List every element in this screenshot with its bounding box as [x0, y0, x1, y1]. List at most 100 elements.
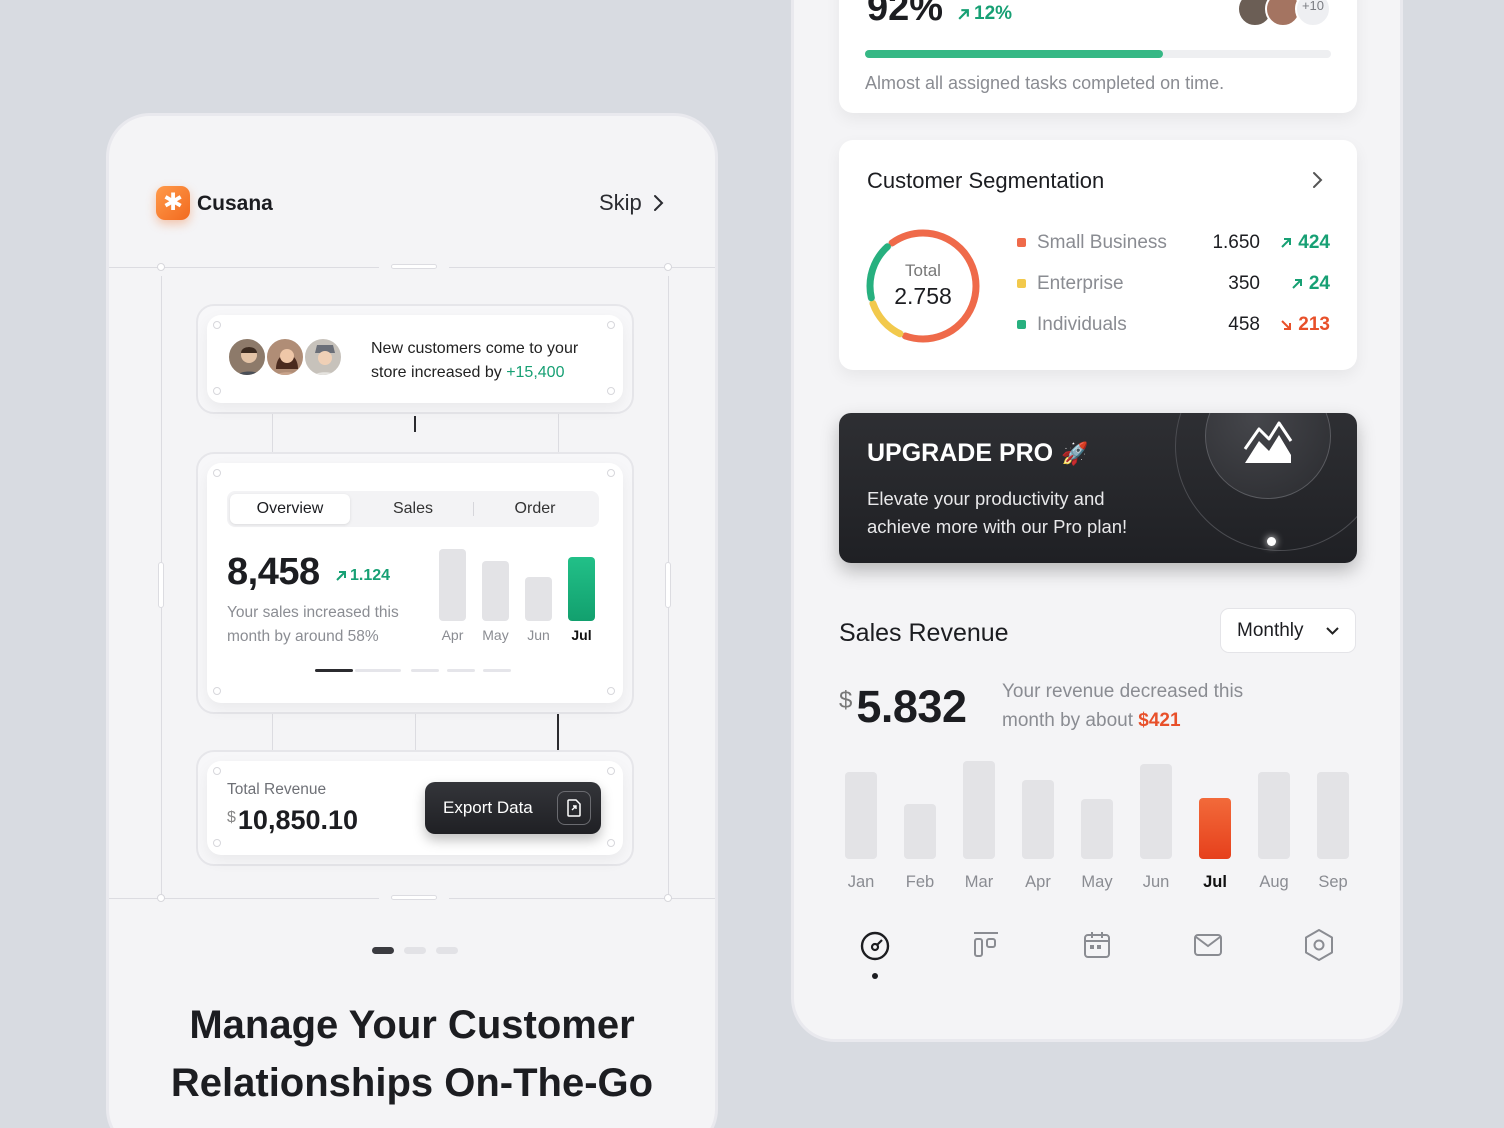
- overview-value: 8,458: [227, 551, 320, 593]
- skip-button[interactable]: Skip: [599, 190, 664, 216]
- connector-line: [414, 416, 416, 432]
- segment-change-value: 24: [1308, 273, 1330, 294]
- overview-description: Your sales increased this month by aroun…: [227, 601, 399, 649]
- chevron-right-icon[interactable]: [1311, 171, 1323, 189]
- upgrade-desc-line-2: achieve more with our Pro plan!: [867, 516, 1128, 537]
- tasks-change-value: 12%: [974, 3, 1013, 24]
- board-icon[interactable]: [971, 930, 1001, 960]
- chart-bar-may: [482, 561, 509, 621]
- segment-value: 350: [1228, 273, 1260, 294]
- corner-dot: [213, 469, 221, 477]
- notification-line-1: New customers come to your: [371, 340, 579, 357]
- mail-icon[interactable]: [1192, 930, 1224, 960]
- sales-amount: $ 5.832: [839, 681, 967, 733]
- pager-dot[interactable]: [436, 947, 458, 954]
- brand-name: Cusana: [197, 192, 273, 215]
- sales-desc-line-1: Your revenue decreased this: [1002, 681, 1244, 702]
- chart-bar-aug: [1258, 772, 1290, 859]
- scroll-indicator-active: [315, 669, 353, 672]
- onboarding-screen: ✱ Cusana Skip New customers come to your…: [106, 113, 718, 1128]
- chart-bar-apr: [439, 549, 466, 621]
- avatar: [303, 337, 343, 377]
- dashboard-screen: 92% 12% +10 Almost all assigned tasks co…: [791, 0, 1403, 1042]
- segment-value: 1.650: [1212, 232, 1260, 253]
- segment-row: Enterprise 350 24: [1017, 271, 1332, 297]
- calendar-icon[interactable]: [1082, 930, 1112, 960]
- chart-label-jun: Jun: [1142, 873, 1170, 891]
- frame-handle: [665, 562, 671, 608]
- chart-label-jan: Jan: [847, 873, 875, 891]
- connector-line: [272, 412, 273, 454]
- tab-sales[interactable]: Sales: [353, 494, 473, 524]
- chart-label-jul: Jul: [1203, 873, 1227, 891]
- nav-active-dot: [872, 973, 878, 979]
- revenue-currency: $: [227, 809, 236, 826]
- upgrade-pro-banner[interactable]: UPGRADE PRO 🚀 Elevate your productivity …: [839, 413, 1357, 563]
- revenue-value: 10,850.10: [237, 805, 359, 835]
- segment-change: 24: [1291, 273, 1330, 295]
- corner-dot: [213, 687, 221, 695]
- scroll-indicator: [411, 669, 439, 672]
- overview-frame: Overview Sales Order 8,458 1.124 Your sa…: [196, 452, 634, 714]
- nav-dashboard[interactable]: [859, 930, 891, 979]
- segment-value: 458: [1228, 314, 1260, 335]
- segmentation-card: Customer Segmentation Total 2.758 Small …: [839, 140, 1357, 370]
- chart-bar-jul: [1199, 798, 1231, 859]
- upgrade-title: UPGRADE PRO 🚀: [867, 439, 1089, 468]
- donut-total-value: 2.758: [894, 283, 952, 309]
- avatar: [227, 337, 267, 377]
- bottom-nav: [839, 928, 1357, 979]
- chart-bar-sep: [1317, 772, 1349, 859]
- sales-description: Your revenue decreased this month by abo…: [1002, 677, 1243, 735]
- upgrade-desc-line-1: Elevate your productivity and: [867, 488, 1105, 509]
- guide-dot: [157, 263, 165, 271]
- segment-change-value: 213: [1298, 314, 1330, 335]
- upgrade-description: Elevate your productivity and achieve mo…: [867, 485, 1127, 541]
- scroll-indicator: [483, 669, 511, 672]
- revenue-card: Total Revenue $ 10,850.10 Export Data: [207, 761, 623, 855]
- chart-label-jul: Jul: [571, 627, 592, 643]
- chart-bar-jul: [568, 557, 595, 621]
- chart-bar-jun: [1140, 764, 1172, 859]
- frame-handle: [391, 895, 437, 900]
- pager-dot-active[interactable]: [372, 947, 394, 954]
- notification-value: +15,400: [506, 364, 565, 381]
- overview-change-value: 1.124: [350, 567, 391, 584]
- decor-spark: [1267, 537, 1276, 546]
- sales-currency: $: [839, 687, 853, 714]
- segmentation-title: Customer Segmentation: [867, 168, 1105, 193]
- corner-dot: [607, 387, 615, 395]
- settings-icon[interactable]: [1303, 928, 1335, 962]
- connector-line: [272, 712, 273, 750]
- tab-order[interactable]: Order: [475, 494, 595, 524]
- export-data-button[interactable]: Export Data: [425, 782, 601, 834]
- chart-bar-feb: [904, 804, 936, 859]
- connector-line: [557, 712, 559, 750]
- tab-overview[interactable]: Overview: [230, 494, 350, 524]
- overview-desc-line-2: month by around 58%: [227, 628, 379, 645]
- sales-revenue-chart: Jan Feb Mar Apr May Jun Jul Aug Sep: [839, 761, 1357, 901]
- sales-value: 5.832: [856, 681, 967, 732]
- overview-desc-line-1: Your sales increased this: [227, 604, 399, 621]
- segment-color-dot: [1017, 279, 1026, 288]
- tasks-card: 92% 12% +10 Almost all assigned tasks co…: [839, 0, 1357, 113]
- connector-line: [558, 412, 559, 454]
- notification-frame: New customers come to your store increas…: [196, 304, 634, 414]
- period-dropdown[interactable]: Monthly: [1220, 608, 1356, 653]
- mountain-chart-icon: [1243, 421, 1293, 463]
- chart-label-jun: Jun: [527, 627, 550, 643]
- segment-color-dot: [1017, 320, 1026, 329]
- scroll-indicator: [355, 669, 401, 672]
- chart-label-sep: Sep: [1318, 873, 1348, 891]
- guide-dot: [664, 263, 672, 271]
- chart-bar-jun: [525, 577, 552, 621]
- sales-revenue-title: Sales Revenue: [839, 619, 1009, 647]
- avatar: [265, 337, 305, 377]
- chart-label-mar: Mar: [964, 873, 994, 891]
- guide-line: [109, 898, 379, 899]
- pager-dot[interactable]: [404, 947, 426, 954]
- chart-bar-apr: [1022, 780, 1054, 859]
- headline-line-1: Manage Your Customer: [189, 1003, 635, 1047]
- tab-divider: [473, 502, 474, 516]
- guide-dot: [157, 894, 165, 902]
